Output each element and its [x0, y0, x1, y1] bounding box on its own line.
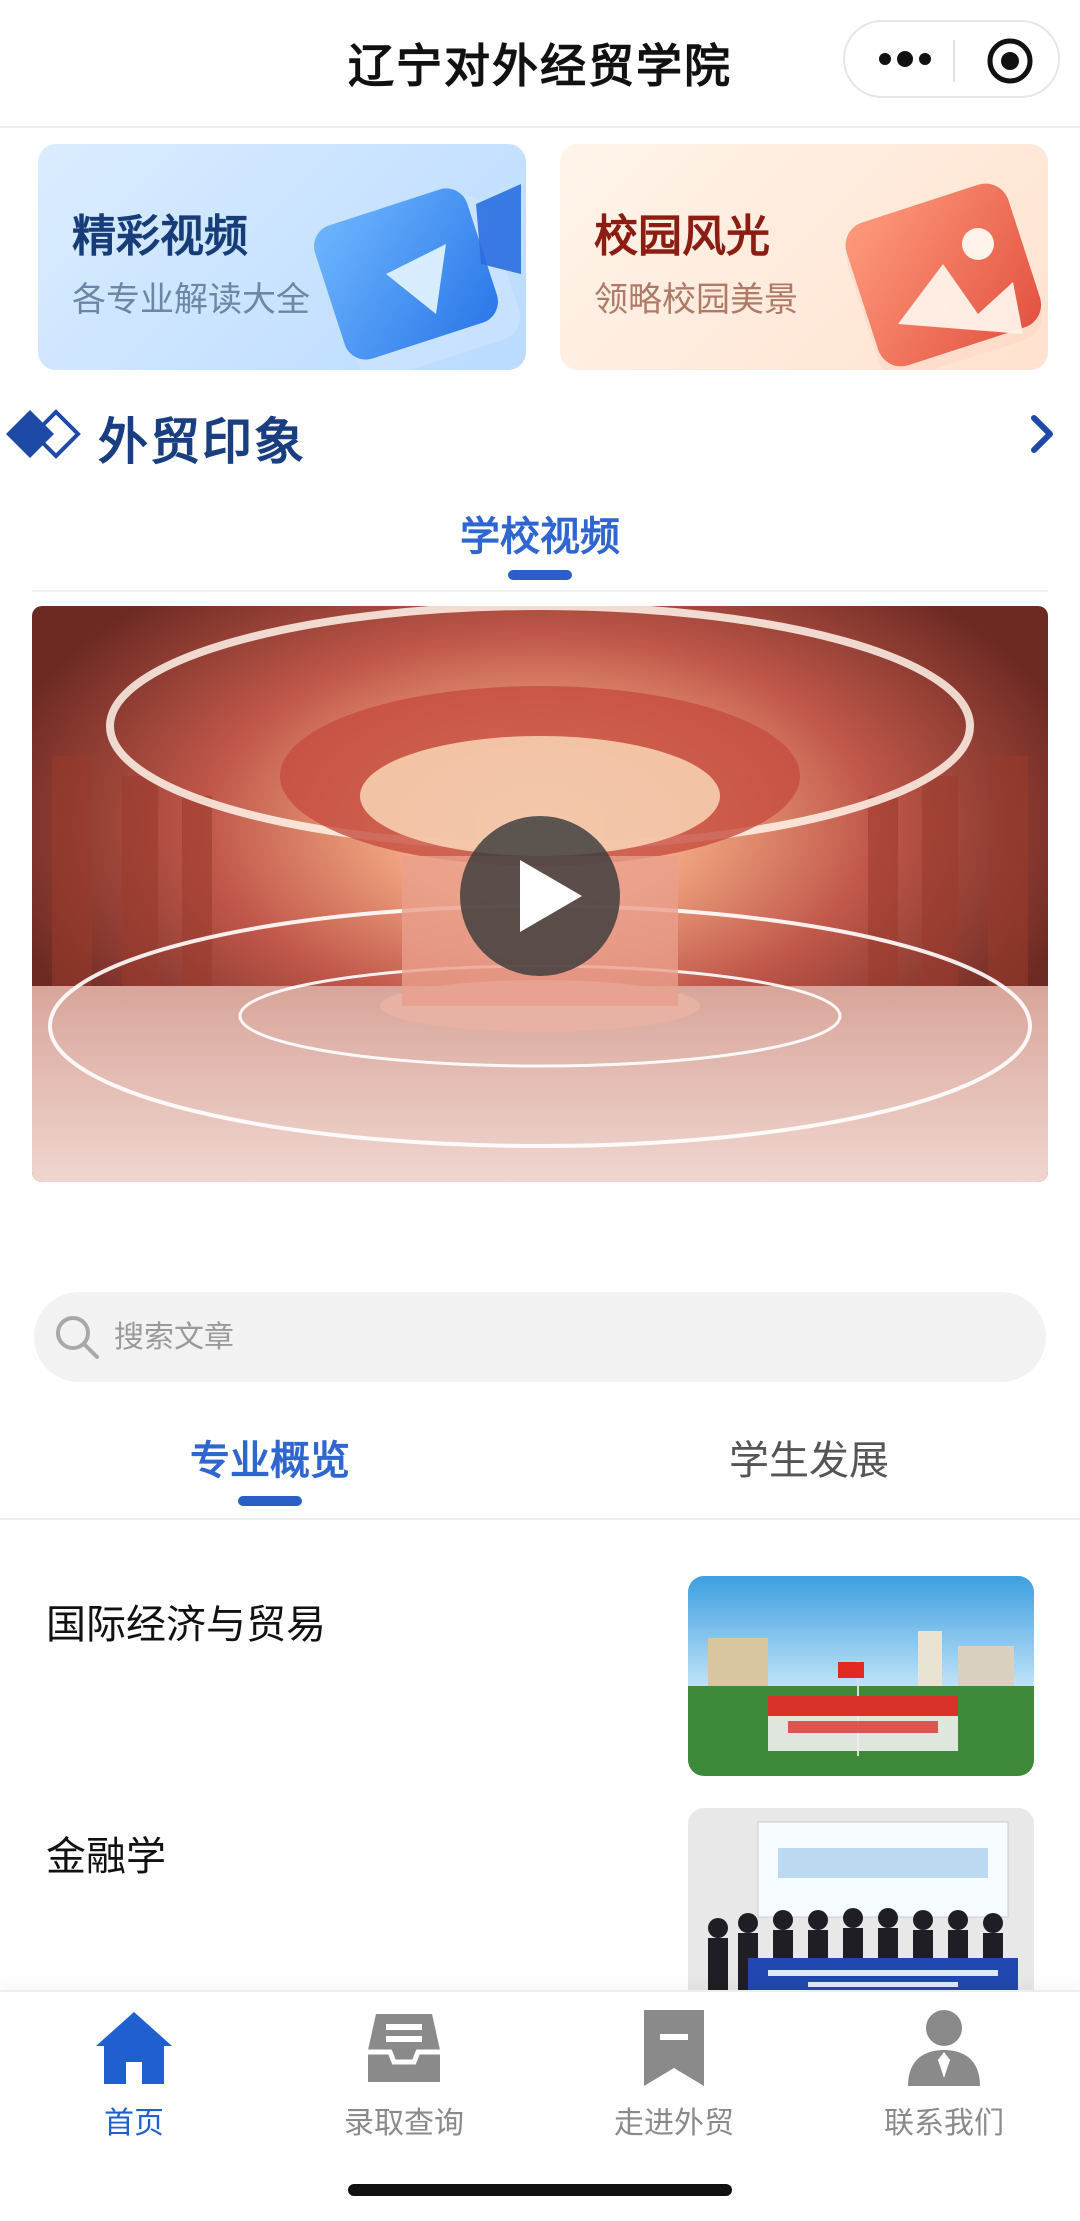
tab-indicator — [508, 570, 572, 580]
tab-contact-us[interactable]: 联系我们 — [844, 2006, 1044, 2141]
tab-student-development[interactable]: 学生发展 — [729, 1428, 889, 1486]
tab-admission-query[interactable]: 录取查询 — [304, 2006, 504, 2141]
capsule-divider — [953, 40, 955, 82]
list-item[interactable]: 国际经济与贸易 — [0, 1576, 1080, 1796]
more-dots-icon[interactable] — [875, 44, 935, 74]
inbox-tray-icon — [368, 2014, 440, 2082]
home-icon — [96, 2012, 172, 2084]
picture-icon — [845, 183, 1043, 370]
miniprogram-capsule — [843, 20, 1060, 98]
chevron-right-icon[interactable] — [1022, 410, 1062, 458]
divider — [32, 590, 1048, 592]
tab-label: 录取查询 — [344, 2106, 464, 2141]
tab-indicator — [238, 1496, 302, 1506]
user-contact-icon — [908, 2010, 980, 2086]
section-header: 外贸印象 — [0, 392, 1080, 472]
bookmark-icon — [644, 2010, 704, 2086]
search-icon — [56, 1316, 99, 1359]
tab-major-overview[interactable]: 专业概览 — [190, 1428, 350, 1486]
video-card[interactable]: 精彩视频 各专业解读大全 — [38, 144, 526, 370]
home-indicator — [348, 2184, 732, 2196]
video-card-title: 精彩视频 — [72, 211, 248, 262]
video-player[interactable] — [32, 606, 1048, 1182]
article-title: 国际经济与贸易 — [46, 1602, 326, 1648]
scenery-card[interactable]: 校园风光 领略校园美景 — [560, 144, 1048, 370]
tab-school-video[interactable]: 学校视频 — [0, 504, 1080, 562]
target-close-icon[interactable] — [985, 36, 1035, 86]
article-title: 金融学 — [46, 1834, 166, 1880]
tab-label: 首页 — [104, 2106, 164, 2141]
nav-header: 辽宁对外经贸学院 — [0, 0, 1080, 128]
search-bar — [34, 1292, 1046, 1382]
tab-home[interactable]: 首页 — [34, 2006, 234, 2141]
article-tab-bar: 专业概览 学生发展 — [0, 1406, 1080, 1520]
article-thumbnail — [688, 1808, 1034, 2008]
campus-flag-photo — [688, 1576, 1034, 1776]
video-camera-icon — [314, 184, 521, 370]
tab-label: 走进外贸 — [614, 2106, 734, 2141]
cfa-class-group-photo — [688, 1808, 1034, 2008]
video-card-subtitle: 各专业解读大全 — [72, 280, 310, 320]
scenery-card-subtitle: 领略校园美景 — [594, 280, 798, 320]
tab-label: 联系我们 — [884, 2106, 1004, 2141]
tab-about-school[interactable]: 走进外贸 — [574, 2006, 774, 2141]
section-title: 外贸印象 — [98, 413, 306, 471]
diamond-logo-icon — [6, 409, 81, 459]
video-tab-bar: 学校视频 — [0, 496, 1080, 592]
search-input[interactable] — [114, 1292, 1014, 1382]
article-thumbnail — [688, 1576, 1034, 1776]
scenery-card-title: 校园风光 — [594, 211, 770, 262]
play-icon[interactable] — [458, 814, 622, 978]
